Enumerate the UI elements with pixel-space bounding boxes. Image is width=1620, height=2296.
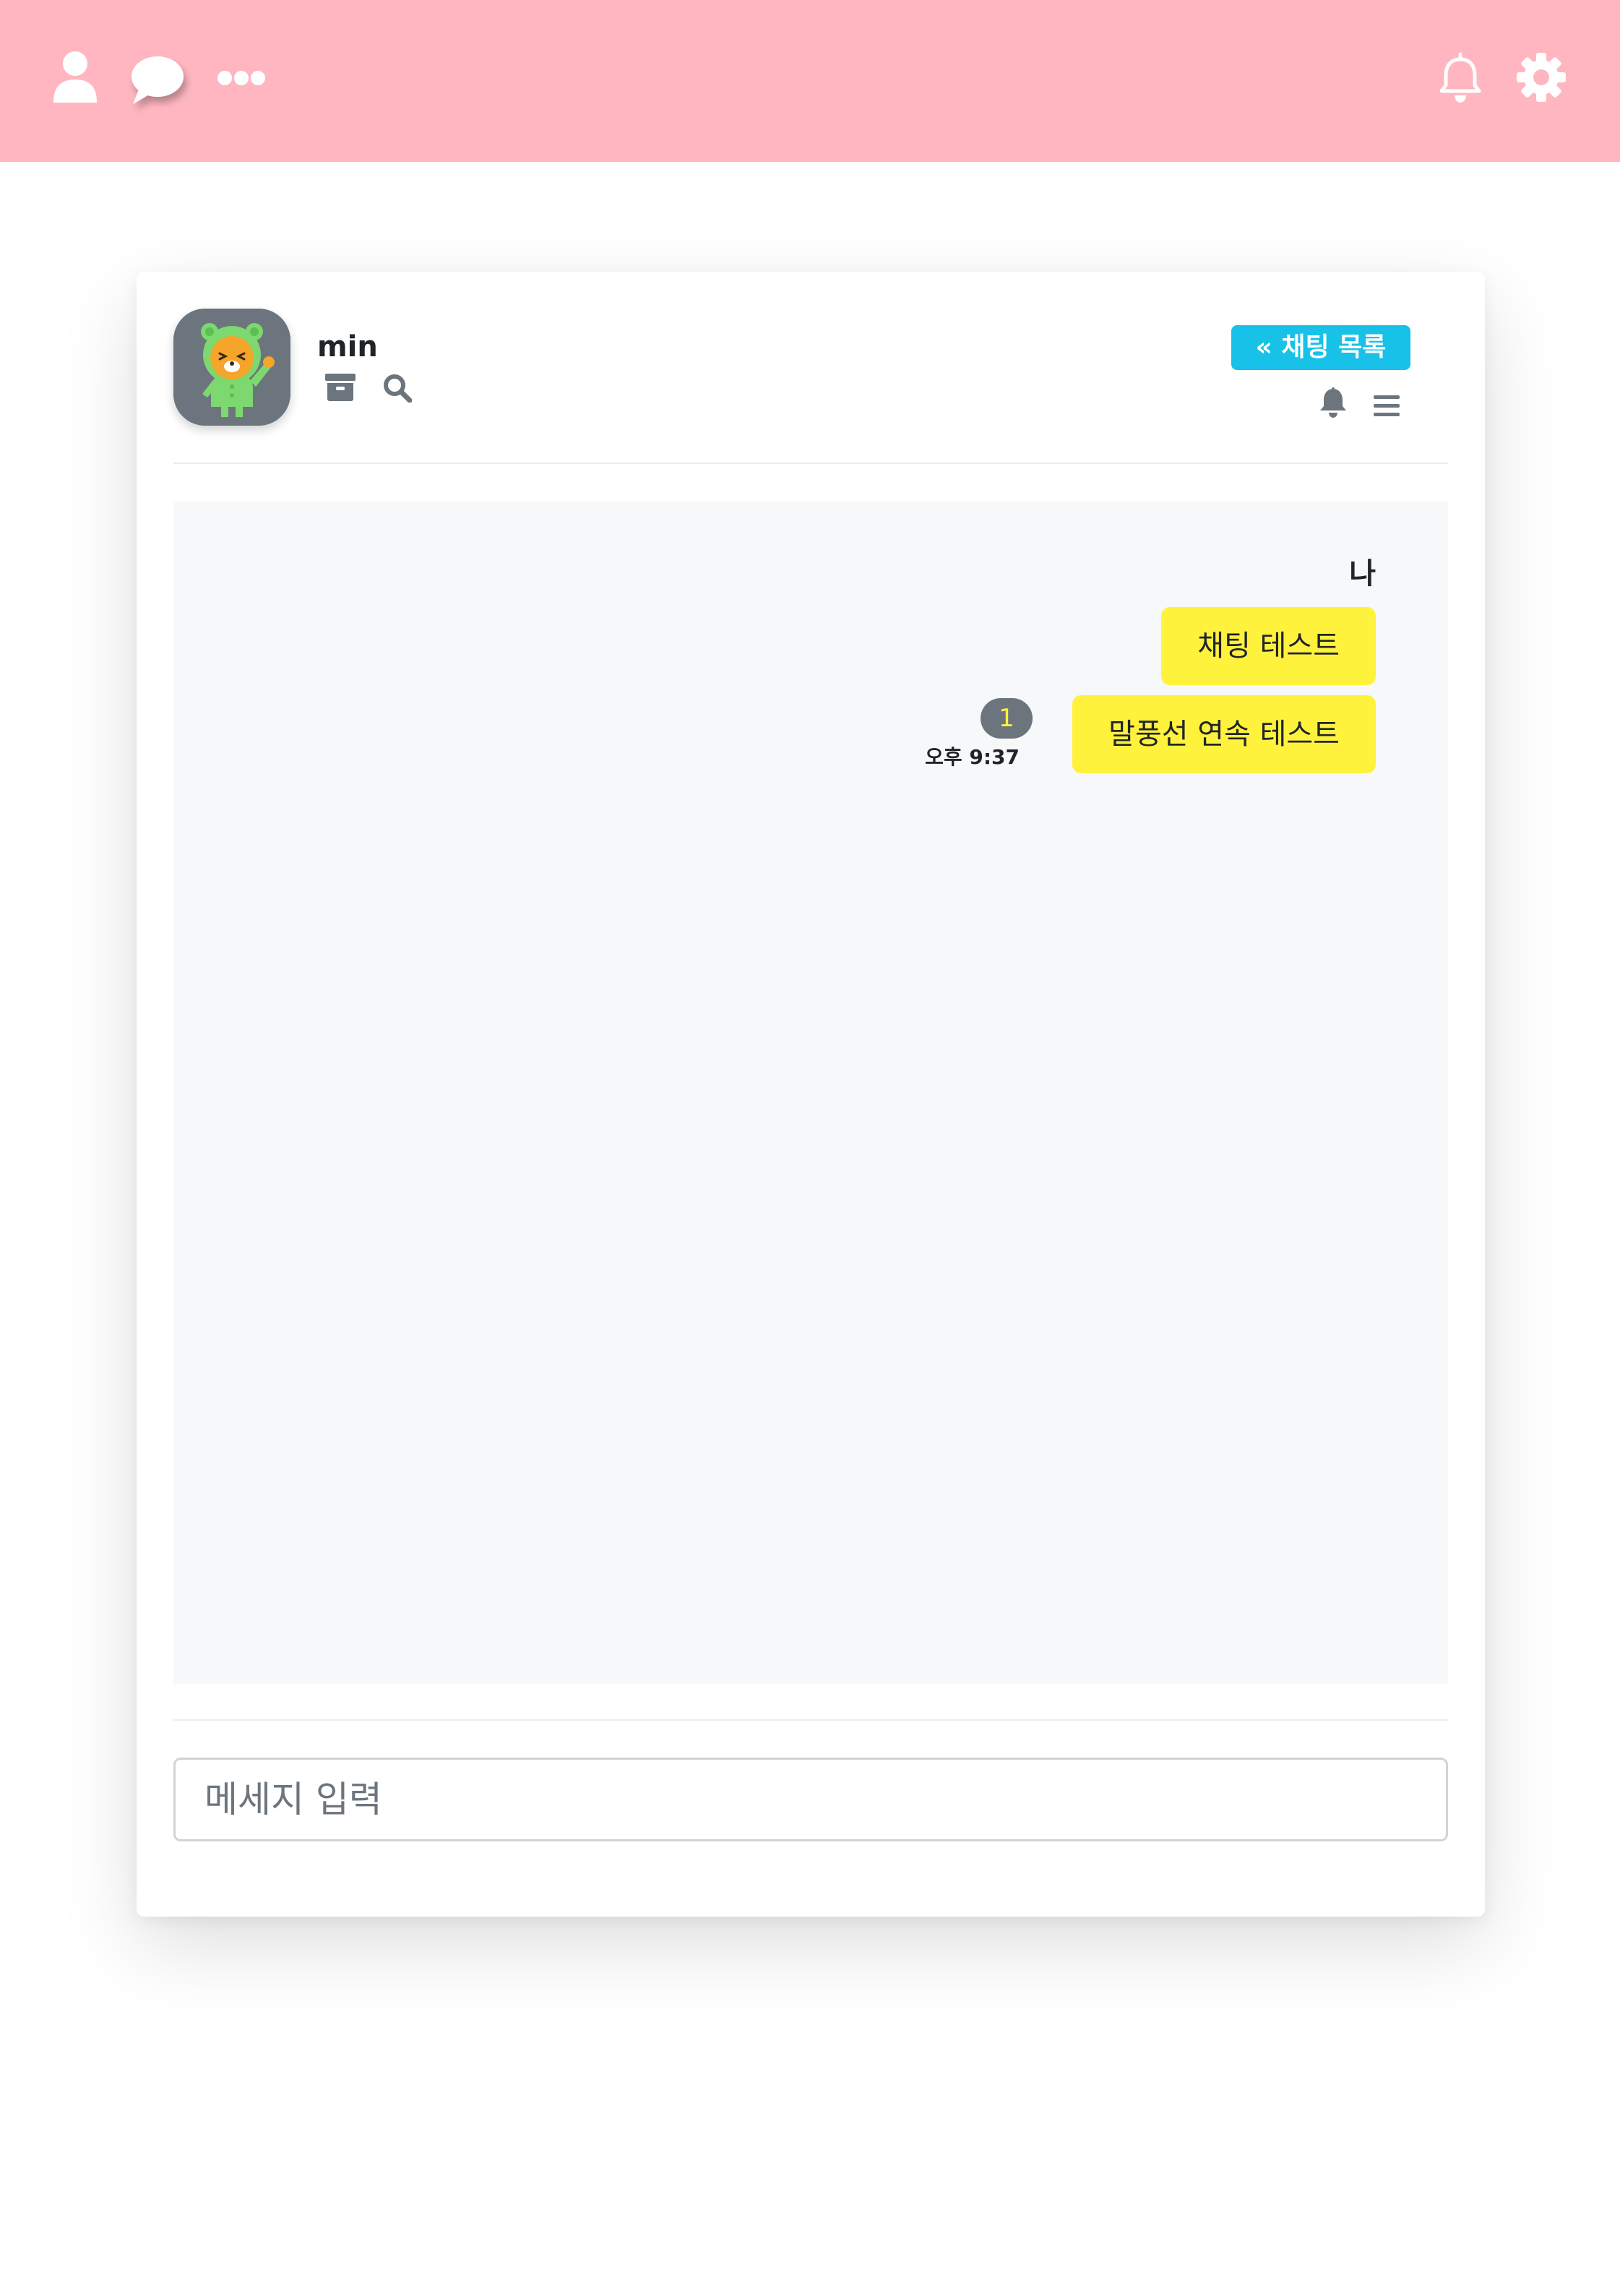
message-input[interactable] (173, 1758, 1448, 1841)
menu-icon[interactable] (1374, 395, 1400, 418)
archive-icon[interactable] (325, 374, 356, 401)
chat-bubble-icon[interactable] (127, 53, 186, 107)
header-divider (173, 463, 1448, 464)
chat-partner-name: min (317, 330, 378, 364)
message-bubble[interactable]: 채팅 테스트 (1161, 607, 1376, 685)
bell-icon[interactable] (1319, 387, 1347, 418)
chat-room-card: min « 채팅 목록 나 채팅 테스트 1 오후 9:37 말풍선 연속 테스… (137, 272, 1485, 1917)
bell-outline-icon[interactable] (1438, 52, 1483, 104)
message-timestamp: 오후 9:37 (925, 745, 1020, 769)
message-list[interactable]: 나 채팅 테스트 1 오후 9:37 말풍선 연속 테스트 (173, 502, 1448, 1684)
gear-icon[interactable] (1516, 52, 1567, 103)
top-navigation-bar (0, 0, 1620, 162)
avatar[interactable] (173, 309, 290, 426)
user-icon[interactable] (52, 51, 98, 103)
unread-count-badge: 1 (981, 698, 1033, 739)
sender-label: 나 (1349, 557, 1376, 590)
input-divider (173, 1719, 1448, 1721)
more-horizontal-icon[interactable] (217, 69, 266, 87)
chat-list-button[interactable]: « 채팅 목록 (1231, 325, 1410, 370)
search-icon[interactable] (383, 374, 412, 403)
message-bubble[interactable]: 말풍선 연속 테스트 (1072, 695, 1376, 773)
